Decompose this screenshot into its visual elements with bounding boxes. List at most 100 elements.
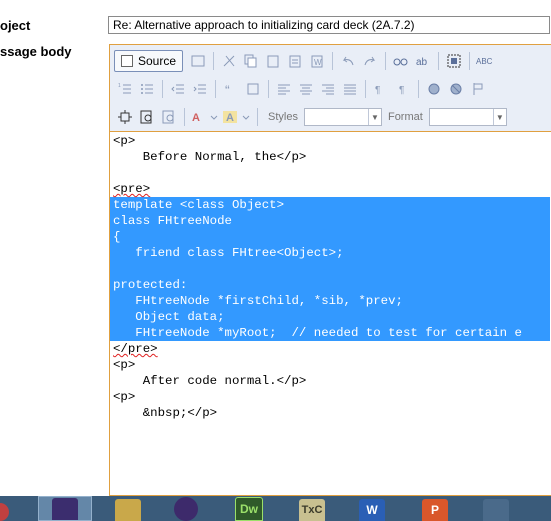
toolbar-row-3: A A Styles ▼ Format ▼ [114, 105, 507, 129]
align-right-icon[interactable] [317, 79, 339, 99]
svg-text:ab: ab [416, 57, 428, 68]
toolbar-separator [268, 80, 269, 98]
styles-label: Styles [268, 111, 298, 123]
paste-text-icon[interactable] [284, 51, 306, 71]
templates-icon[interactable] [158, 107, 180, 127]
svg-text:A: A [192, 112, 200, 124]
cut-icon[interactable] [218, 51, 240, 71]
toolbar-separator [184, 108, 185, 126]
chevron-down-icon: ▼ [367, 109, 381, 125]
subject-input[interactable] [108, 16, 550, 34]
spellcheck-icon[interactable]: ABC [474, 51, 496, 71]
source-code-area[interactable]: <p> Before Normal, the</p> <pre> templat… [110, 133, 550, 421]
align-left-icon[interactable] [273, 79, 295, 99]
code-line: Before Normal, the</p> [113, 150, 307, 164]
indent-icon[interactable] [189, 79, 211, 99]
eclipse-icon [174, 497, 198, 521]
rtl-icon[interactable]: ¶ [392, 79, 414, 99]
svg-text:ABC: ABC [476, 57, 493, 66]
message-body-label: ssage body [0, 44, 72, 59]
code-line-selected: template <class Object> [110, 197, 550, 213]
visual-studio-icon [52, 498, 78, 520]
format-dropdown[interactable]: ▼ [428, 108, 507, 126]
select-all-icon[interactable] [443, 51, 465, 71]
taskbar-eclipse[interactable] [164, 496, 208, 521]
taskbar-dreamweaver[interactable]: Dw [227, 496, 271, 521]
windows-taskbar: Dw TxC W P [0, 496, 551, 521]
toolbar-row-2: 1 “ ¶ ¶ [114, 77, 489, 101]
code-line: </pre> [110, 341, 550, 357]
align-center-icon[interactable] [295, 79, 317, 99]
redo-icon[interactable] [359, 51, 381, 71]
toolbar-separator [213, 52, 215, 70]
undo-icon[interactable] [337, 51, 359, 71]
editor-toolbar: Source W ab ABC 1 “ ¶ ¶ A A Styles ▼ For… [110, 45, 551, 132]
svg-text:W: W [314, 58, 322, 67]
outdent-icon[interactable] [167, 79, 189, 99]
svg-text:1: 1 [118, 83, 121, 89]
svg-text:A: A [226, 112, 234, 124]
code-line: <p> [113, 358, 136, 372]
background-color-icon[interactable]: A [221, 107, 253, 127]
paste-word-icon[interactable]: W [306, 51, 328, 71]
word-icon: W [359, 499, 385, 521]
source-button[interactable]: Source [114, 50, 184, 72]
taskbar-paint[interactable] [106, 496, 150, 521]
code-line: &nbsp;</p> [113, 406, 218, 420]
styles-dropdown[interactable]: ▼ [303, 108, 382, 126]
align-justify-icon[interactable] [339, 79, 361, 99]
paste-icon[interactable] [262, 51, 284, 71]
chevron-down-icon: ▼ [492, 109, 506, 125]
taskbar-security[interactable] [474, 496, 518, 521]
code-line: <p> [113, 390, 136, 404]
text-color-icon[interactable]: A [189, 107, 221, 127]
source-button-label: Source [138, 54, 177, 68]
replace-icon[interactable]: ab [412, 51, 434, 71]
toolbar-row-1: Source W ab ABC [114, 49, 496, 73]
code-line-selected: FHtreeNode *myRoot; // needed to test fo… [110, 325, 550, 341]
maximize-icon[interactable] [114, 107, 136, 127]
source-icon [121, 55, 133, 67]
subject-label: oject [0, 18, 31, 33]
taskbar-visual-studio[interactable] [38, 496, 92, 521]
dreamweaver-icon: Dw [235, 497, 263, 521]
rich-text-editor[interactable]: Source W ab ABC 1 “ ¶ ¶ A A Styles ▼ For… [109, 44, 551, 496]
anchor-icon[interactable] [467, 79, 489, 99]
code-line: <p> [113, 134, 136, 148]
save-icon[interactable] [187, 51, 209, 71]
toolbar-separator [385, 52, 387, 70]
code-line-selected: { [110, 229, 550, 245]
toolbar-separator [418, 80, 419, 98]
code-line-selected: protected: [110, 277, 550, 293]
taskbar-app-partial[interactable] [0, 496, 22, 521]
taskbar-word[interactable]: W [350, 496, 394, 521]
blockquote-icon[interactable]: “ [220, 79, 242, 99]
code-line: <pre> [110, 181, 550, 197]
code-line-text: <pre> [113, 182, 151, 196]
code-line-selected: Object data; [110, 309, 550, 325]
code-line-selected: FHtreeNode *firstChild, *sib, *prev; [110, 293, 550, 309]
copy-icon[interactable] [240, 51, 262, 71]
div-container-icon[interactable] [242, 79, 264, 99]
taskbar-powerpoint[interactable]: P [413, 496, 457, 521]
unlink-icon[interactable] [445, 79, 467, 99]
bulleted-list-icon[interactable] [136, 79, 158, 99]
toolbar-separator [332, 52, 334, 70]
taskbar-textpad[interactable]: TxC [290, 496, 334, 521]
ltr-icon[interactable]: ¶ [370, 79, 392, 99]
format-label: Format [387, 111, 423, 123]
numbered-list-icon[interactable]: 1 [114, 79, 136, 99]
powerpoint-icon: P [422, 499, 448, 521]
svg-text:¶: ¶ [375, 85, 380, 95]
paint-icon [115, 499, 141, 521]
preview-icon[interactable] [136, 107, 158, 127]
code-line-selected: class FHtreeNode [110, 213, 550, 229]
find-icon[interactable] [390, 51, 412, 71]
app-icon [0, 503, 9, 521]
toolbar-separator [257, 108, 258, 126]
textpad-icon: TxC [299, 499, 325, 521]
link-icon[interactable] [423, 79, 445, 99]
toolbar-separator [365, 80, 366, 98]
toolbar-separator [215, 80, 216, 98]
